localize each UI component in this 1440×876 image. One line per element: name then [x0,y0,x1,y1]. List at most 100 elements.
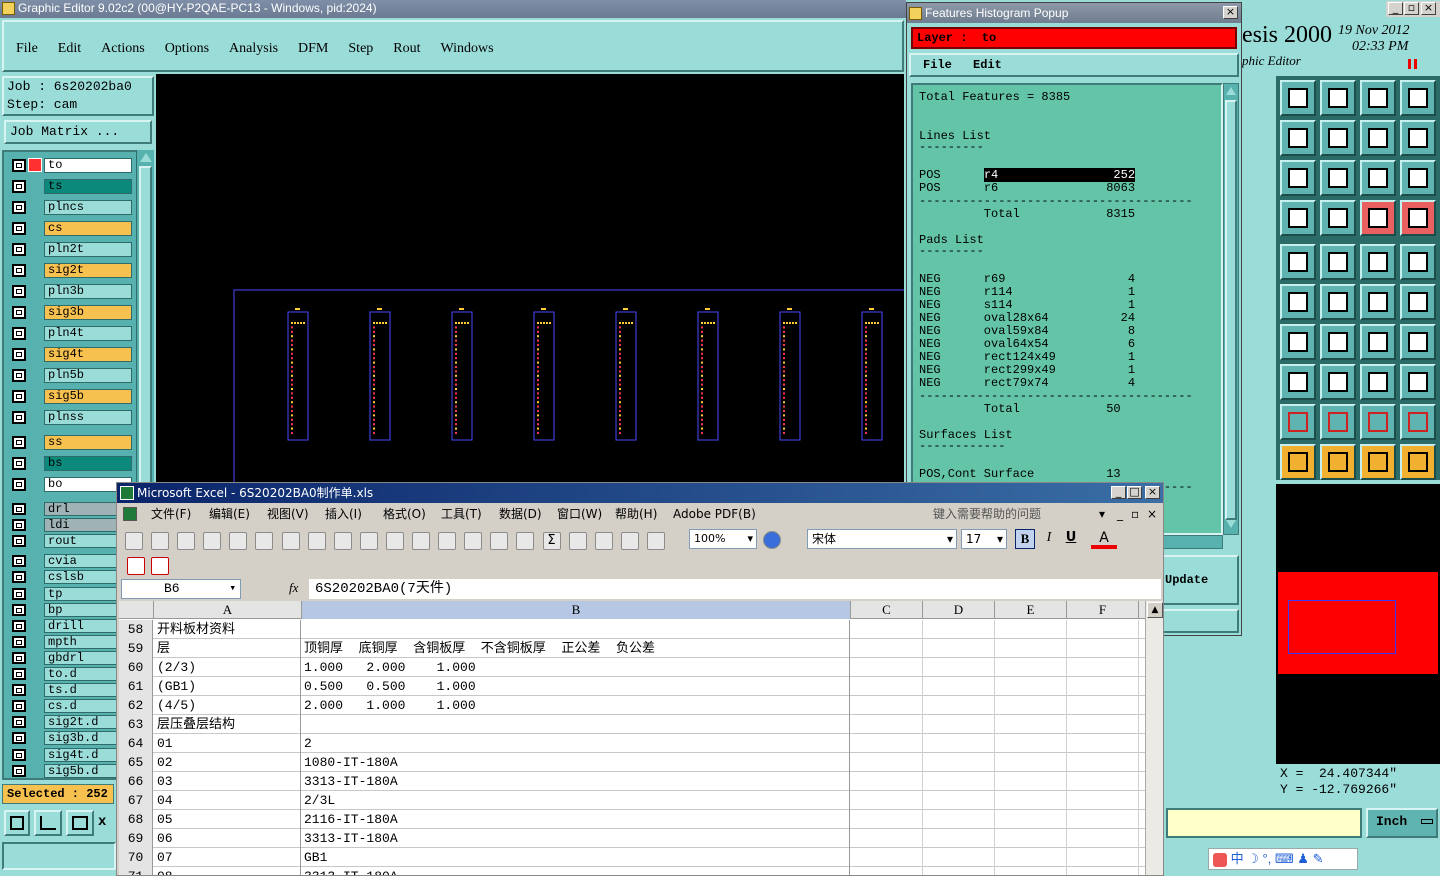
column-header-d[interactable]: D [923,601,995,619]
cell-b[interactable]: 2 [302,734,850,753]
cell-a[interactable]: 02 [154,753,301,772]
cell-b[interactable] [302,620,850,639]
layer-row-cs.d[interactable]: cs.d [10,698,132,714]
cell-a[interactable]: (2/3) [154,658,301,677]
layer-checkbox[interactable] [12,478,26,491]
layer-row-ss[interactable]: ss [10,434,132,451]
cell-a[interactable]: 开料板材资料 [154,620,301,639]
job-matrix-button[interactable]: Job Matrix ... [4,120,152,144]
histogram-scroll-down-icon[interactable] [1226,520,1236,528]
cell-c[interactable] [851,867,923,875]
layer-checkbox[interactable] [12,180,26,193]
cell-c[interactable] [851,677,923,696]
cell-b[interactable]: 顶铜厚 底铜厚 含铜板厚 不含铜板厚 正公差 负公差 [302,639,850,658]
copy-tool-button[interactable] [1400,284,1436,320]
layer-row-sig3b.d[interactable]: sig3b.d [10,730,132,746]
cell-f[interactable] [1067,677,1139,696]
cell-e[interactable] [995,639,1067,658]
underline-button[interactable]: U [1061,529,1081,549]
cell-d[interactable] [923,677,995,696]
spelling-icon[interactable] [307,531,326,550]
cell-e[interactable] [995,829,1067,848]
cell-d[interactable] [923,734,995,753]
layer-checkbox[interactable] [12,748,26,761]
layer-checkbox[interactable] [12,571,26,584]
cell-c[interactable] [851,753,923,772]
histogram-update-button[interactable]: Update [1157,555,1239,605]
zoom-1-2-tool-button[interactable] [1360,160,1396,196]
resize-tool-button[interactable] [1360,364,1396,400]
excel-menu-format[interactable]: 格式(O) [383,503,426,525]
cell-a[interactable]: 01 [154,734,301,753]
cut-icon[interactable] [359,531,378,550]
cell-c[interactable] [851,829,923,848]
excel-menu-edit[interactable]: 编辑(E) [209,503,250,525]
layer-row-rout[interactable]: rout [10,533,132,549]
pad-tool-button[interactable] [1280,244,1316,280]
layer-checkbox[interactable] [12,264,26,277]
cell-d[interactable] [923,772,995,791]
row-number[interactable]: 61 [119,677,153,696]
home-tool-button[interactable] [1360,80,1396,116]
cell-c[interactable] [851,734,923,753]
cell-c[interactable] [851,658,923,677]
cell-b[interactable]: 3313-IT-180A [302,772,850,791]
excel-maximize-button[interactable]: □ [1127,486,1142,499]
cell-b[interactable]: 0.500 0.500 1.000 [302,677,850,696]
histogram-vscroll[interactable] [1223,83,1239,535]
column-header-e[interactable]: E [995,601,1067,619]
excel-doc-close-button[interactable]: × [1147,503,1157,525]
zoom-center-tool-button[interactable] [1360,120,1396,156]
pdf-email-icon[interactable] [151,557,169,575]
pan-right-tool-button[interactable] [1320,120,1356,156]
undo-icon[interactable] [464,531,483,550]
layer-row-sig2t[interactable]: sig2t [10,262,132,279]
font-size-select[interactable]: 17 ▾ [961,529,1007,549]
cell-d[interactable] [923,829,995,848]
chart-wizard-icon[interactable] [620,531,639,550]
layer-checkbox[interactable] [12,369,26,382]
menu-analysis[interactable]: Analysis [229,41,278,57]
excel-menu-file[interactable]: 文件(F) [151,503,191,525]
measure-tool-button[interactable] [34,810,62,836]
font-name-select[interactable]: 宋体 ▾ [807,529,957,549]
menu-windows[interactable]: Windows [441,41,494,57]
layer-checkbox[interactable] [12,390,26,403]
excel-menu-view[interactable]: 视图(V) [267,503,309,525]
layer-checkbox[interactable] [12,503,26,515]
cell-e[interactable] [995,867,1067,875]
help-icon[interactable] [763,531,781,549]
snap-active-tool-button[interactable] [1400,200,1436,236]
cell-b[interactable]: 3313-IT-180A [302,867,850,875]
row-number[interactable]: 62 [119,696,153,715]
slash-tool-button[interactable] [1320,324,1356,360]
cell-c[interactable] [851,696,923,715]
cell-a[interactable]: 层 [154,639,301,658]
layer-row-pln2t[interactable]: pln2t [10,241,132,258]
column-header-b[interactable]: B [302,601,851,619]
save-tool-button[interactable] [1320,80,1356,116]
layer-checkbox[interactable] [12,651,26,664]
layer-row-plncs[interactable]: plncs [10,199,132,216]
excel-menu-data[interactable]: 数据(D) [499,503,542,525]
layer-checkbox[interactable] [12,348,26,361]
open-step-tool-button[interactable] [1280,80,1316,116]
excel-menu-tools[interactable]: 工具(T) [441,503,482,525]
menu-options[interactable]: Options [165,41,209,57]
layer-checkbox[interactable] [12,285,26,298]
cell-a[interactable]: (4/5) [154,696,301,715]
cell-c[interactable] [851,715,923,734]
sort-descending-icon[interactable] [594,531,613,550]
row-number[interactable]: 68 [119,810,153,829]
layer-checkbox[interactable] [12,619,26,632]
layer-checkbox[interactable] [12,436,26,449]
cell-a[interactable]: 06 [154,829,301,848]
layer-row-drl[interactable]: drl [10,501,132,516]
select-box-tool-button[interactable] [1360,444,1396,480]
menu-file[interactable]: File [16,41,38,57]
excel-help-dropdown-icon[interactable]: ▾ [1099,503,1105,525]
layer-checkbox[interactable] [12,411,26,424]
circle-tool-button[interactable] [1400,244,1436,280]
pan-left-tool-button[interactable] [1280,120,1316,156]
layer-row-pln4t[interactable]: pln4t [10,325,132,342]
